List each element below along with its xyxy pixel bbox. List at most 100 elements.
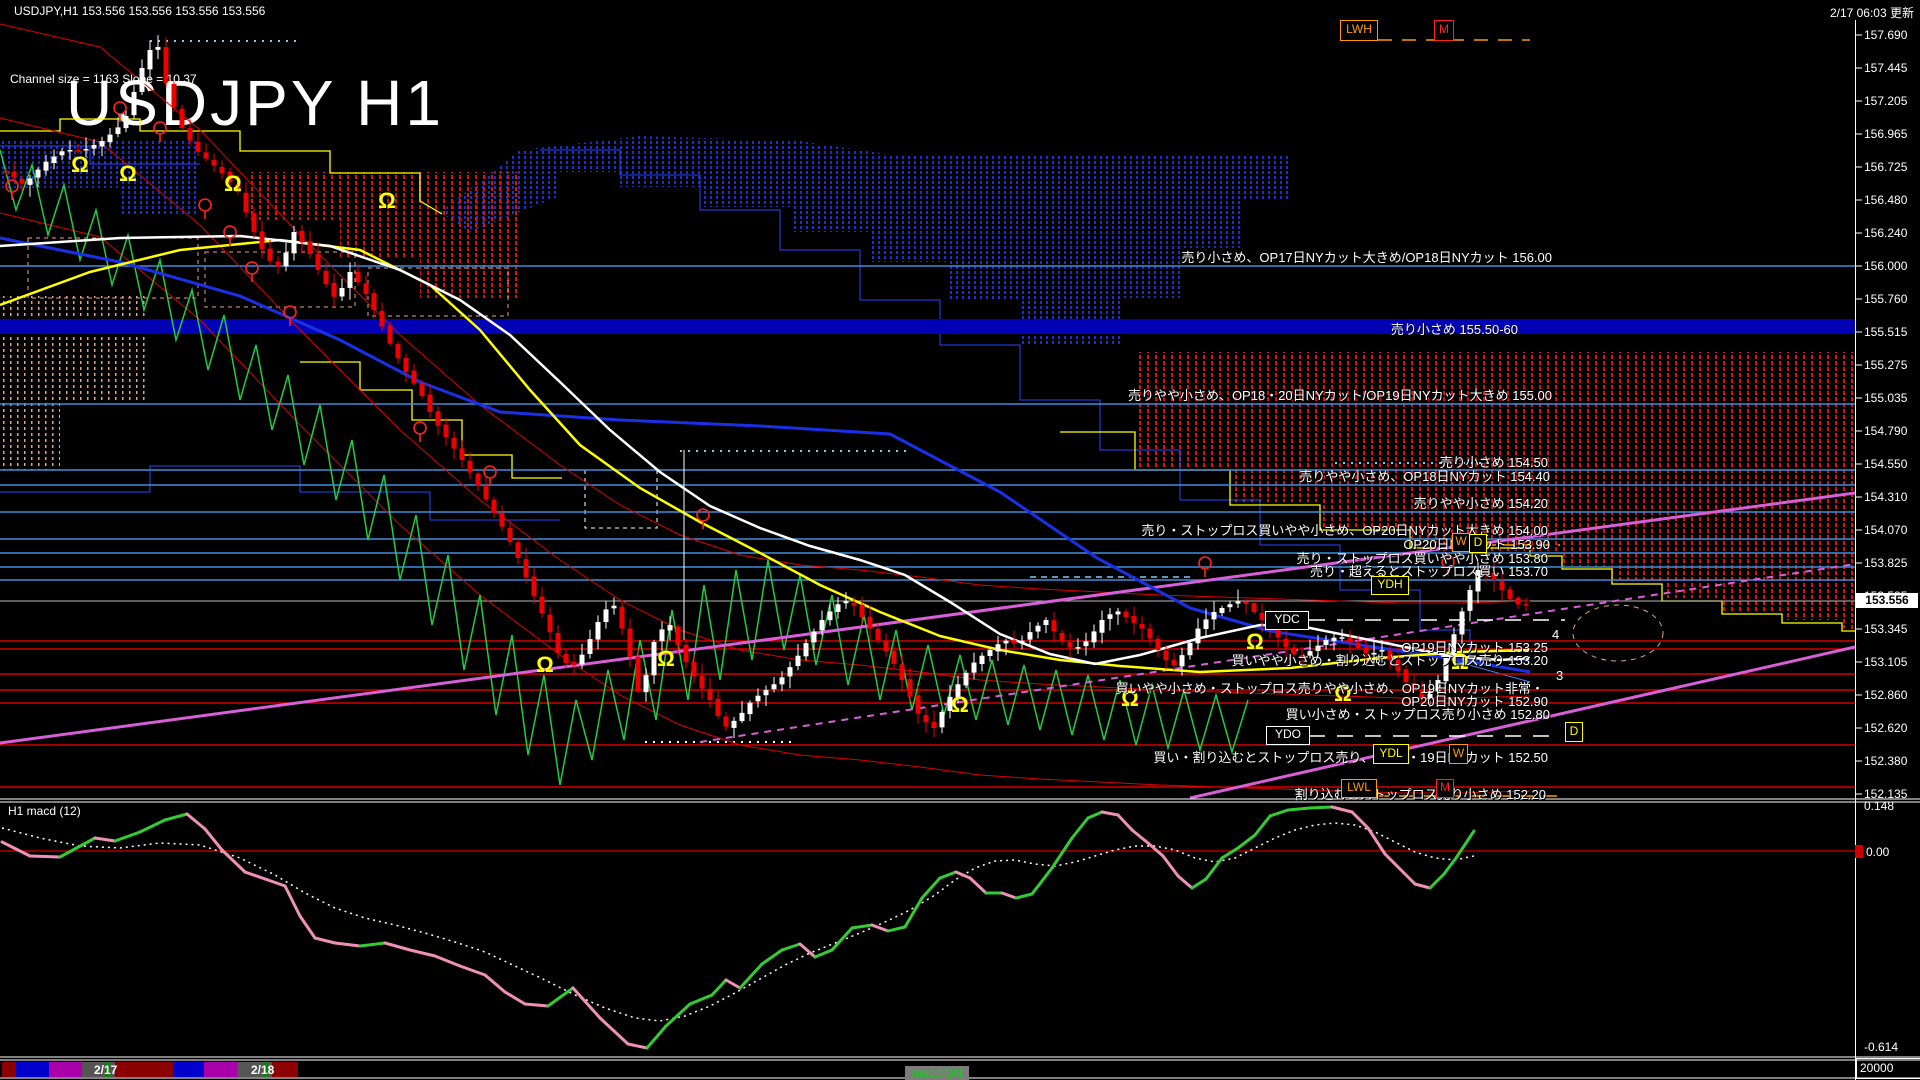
macd-main-line: [738, 962, 764, 990]
macd-main-line: [1086, 810, 1104, 820]
price-axis-label: 152.380: [1864, 754, 1908, 768]
macd-main-line: [1100, 810, 1120, 817]
macd-toggle-button[interactable]: macd ON: [905, 1066, 969, 1080]
chart-object-label-d[interactable]: D: [1469, 534, 1487, 553]
macd-main-line: [283, 884, 302, 918]
price-axis-label: 156.725: [1864, 160, 1908, 174]
macd-main-line: [266, 878, 287, 888]
price-axis-label: 157.690: [1864, 28, 1908, 42]
sell-signal-icon: [245, 261, 259, 282]
current-price-tag: 153.556: [1856, 593, 1918, 608]
trend-line[interactable]: [0, 491, 1855, 745]
chart-object-label-w[interactable]: W: [1452, 533, 1470, 552]
macd-main-line: [1050, 836, 1074, 870]
chart-object-label-d[interactable]: D: [1565, 722, 1583, 742]
macd-zero-label: 0.00: [1866, 845, 1890, 859]
macd-main-line: [1204, 856, 1224, 881]
price-axis-label: 155.035: [1864, 391, 1908, 405]
macd-main-line: [938, 870, 958, 880]
macd-main-line: [1130, 828, 1150, 845]
macd-main-line: [1161, 854, 1180, 878]
level-annotation: 買い・割り込むとストップロス売り、OP17・19日NYカット 152.50: [1153, 750, 1548, 765]
macd-main-line: [886, 925, 907, 933]
macd-main-line: [28, 854, 62, 859]
price-axis-label: 156.240: [1864, 226, 1908, 240]
macd-main-line: [0, 840, 32, 858]
macd-main-line: [1366, 826, 1387, 856]
chart-canvas: Ω Ω ΩΩΩ ΩΩ ΩΩΩΩ: [0, 20, 1920, 1080]
macd-main-line: [1442, 856, 1458, 876]
red-channel-line: [0, 23, 1531, 604]
chart-object-label-ydo[interactable]: YDO: [1266, 726, 1310, 745]
macd-main-line: [243, 870, 270, 882]
macd-main-line: [1383, 852, 1402, 871]
count-mark: 4: [1552, 627, 1560, 642]
chart-object-label-ydh[interactable]: YDH: [1371, 576, 1409, 595]
chart-object-label-ydc[interactable]: YDC: [1265, 611, 1309, 630]
symbol-ohlc-line: USDJPY,H1 153.556 153.556 153.556 153.55…: [14, 4, 266, 18]
count-mark: 3: [1556, 668, 1564, 683]
main-chart-layers: Ω Ω ΩΩΩ ΩΩ ΩΩΩΩ: [0, 23, 1855, 800]
macd-main-line: [1428, 872, 1446, 890]
macd-main-line: [1330, 805, 1354, 814]
macd-main-line: [798, 942, 817, 959]
level-annotation: 売りやや小さめ、OP18日NYカット 154.40: [1299, 469, 1550, 484]
chart-object-label-m[interactable]: M: [1436, 779, 1454, 798]
macd-main-line: [1190, 877, 1208, 890]
price-axis-label: 156.965: [1864, 127, 1908, 141]
macd-axis-bottom-label: -0.614: [1864, 1040, 1899, 1054]
omega-symbol: Ω: [119, 161, 137, 186]
macd-main-line: [1116, 813, 1134, 832]
macd-main-line: [710, 978, 728, 997]
macd-main-line: [138, 818, 167, 834]
macd-main-line: [1176, 874, 1194, 890]
ichimoku-cloud: [440, 136, 1290, 344]
macd-main-line: [724, 978, 742, 990]
chart-object-label-lwl[interactable]: LWL: [1341, 779, 1377, 798]
chart-object-label-lwh[interactable]: LWH: [1340, 20, 1378, 41]
price-axis-label: 152.620: [1864, 721, 1908, 735]
macd-main-line: [433, 954, 462, 968]
dashed-annotation-rect: [27, 237, 199, 299]
price-axis-label: 155.515: [1864, 325, 1908, 339]
macd-main-line: [688, 993, 714, 1006]
macd-main-line: [903, 896, 924, 929]
price-axis-label: 153.825: [1864, 556, 1908, 570]
chart-object-label-w[interactable]: W: [1449, 744, 1468, 764]
channel-info-label: Channel size = 1163 Slope = 10.37: [10, 72, 197, 86]
macd-main-line: [163, 812, 189, 822]
macd-main-line: [458, 964, 487, 977]
dashed-annotation-rect: [204, 251, 356, 308]
macd-main-line: [920, 876, 942, 900]
sell-zone-band: [0, 319, 1855, 334]
level-annotation: 売り小さめ、OP17日NYカット大きめ/OP18日NYカット 156.00: [1181, 250, 1552, 265]
omega-symbol: Ω: [657, 646, 675, 671]
macd-main-line: [968, 876, 988, 895]
macd-main-line: [1070, 816, 1090, 840]
chart-object-label-ydl[interactable]: YDL: [1373, 744, 1409, 764]
price-axis-label: 154.310: [1864, 490, 1908, 504]
time-axis-label: 2/18: [251, 1063, 275, 1077]
macd-main-line: [626, 1042, 649, 1050]
macd-main-line: [1236, 833, 1257, 850]
macd-main-line: [664, 1002, 692, 1028]
macd-main-line: [333, 941, 362, 948]
omega-symbol: Ω: [378, 188, 396, 213]
price-axis-label: 154.550: [1864, 457, 1908, 471]
sell-signal-icon: [153, 121, 167, 142]
macd-main-line: [408, 948, 437, 958]
macd-main-line: [1220, 846, 1240, 860]
macd-main-line: [298, 914, 317, 940]
sell-signal-icon: [413, 421, 427, 442]
chart-object-label-m[interactable]: M: [1434, 20, 1454, 41]
price-axis-label: 155.275: [1864, 358, 1908, 372]
macd-main-line: [760, 948, 784, 966]
macd-main-line: [1268, 808, 1290, 818]
macd-main-line: [1000, 891, 1018, 900]
macd-main-line: [58, 836, 97, 859]
price-axis-label: 153.345: [1864, 622, 1908, 636]
macd-main-line: [483, 973, 507, 994]
price-axis-label: 156.480: [1864, 193, 1908, 207]
macd-pane-layers: [0, 805, 1855, 1050]
omega-symbol: Ω: [951, 692, 969, 717]
